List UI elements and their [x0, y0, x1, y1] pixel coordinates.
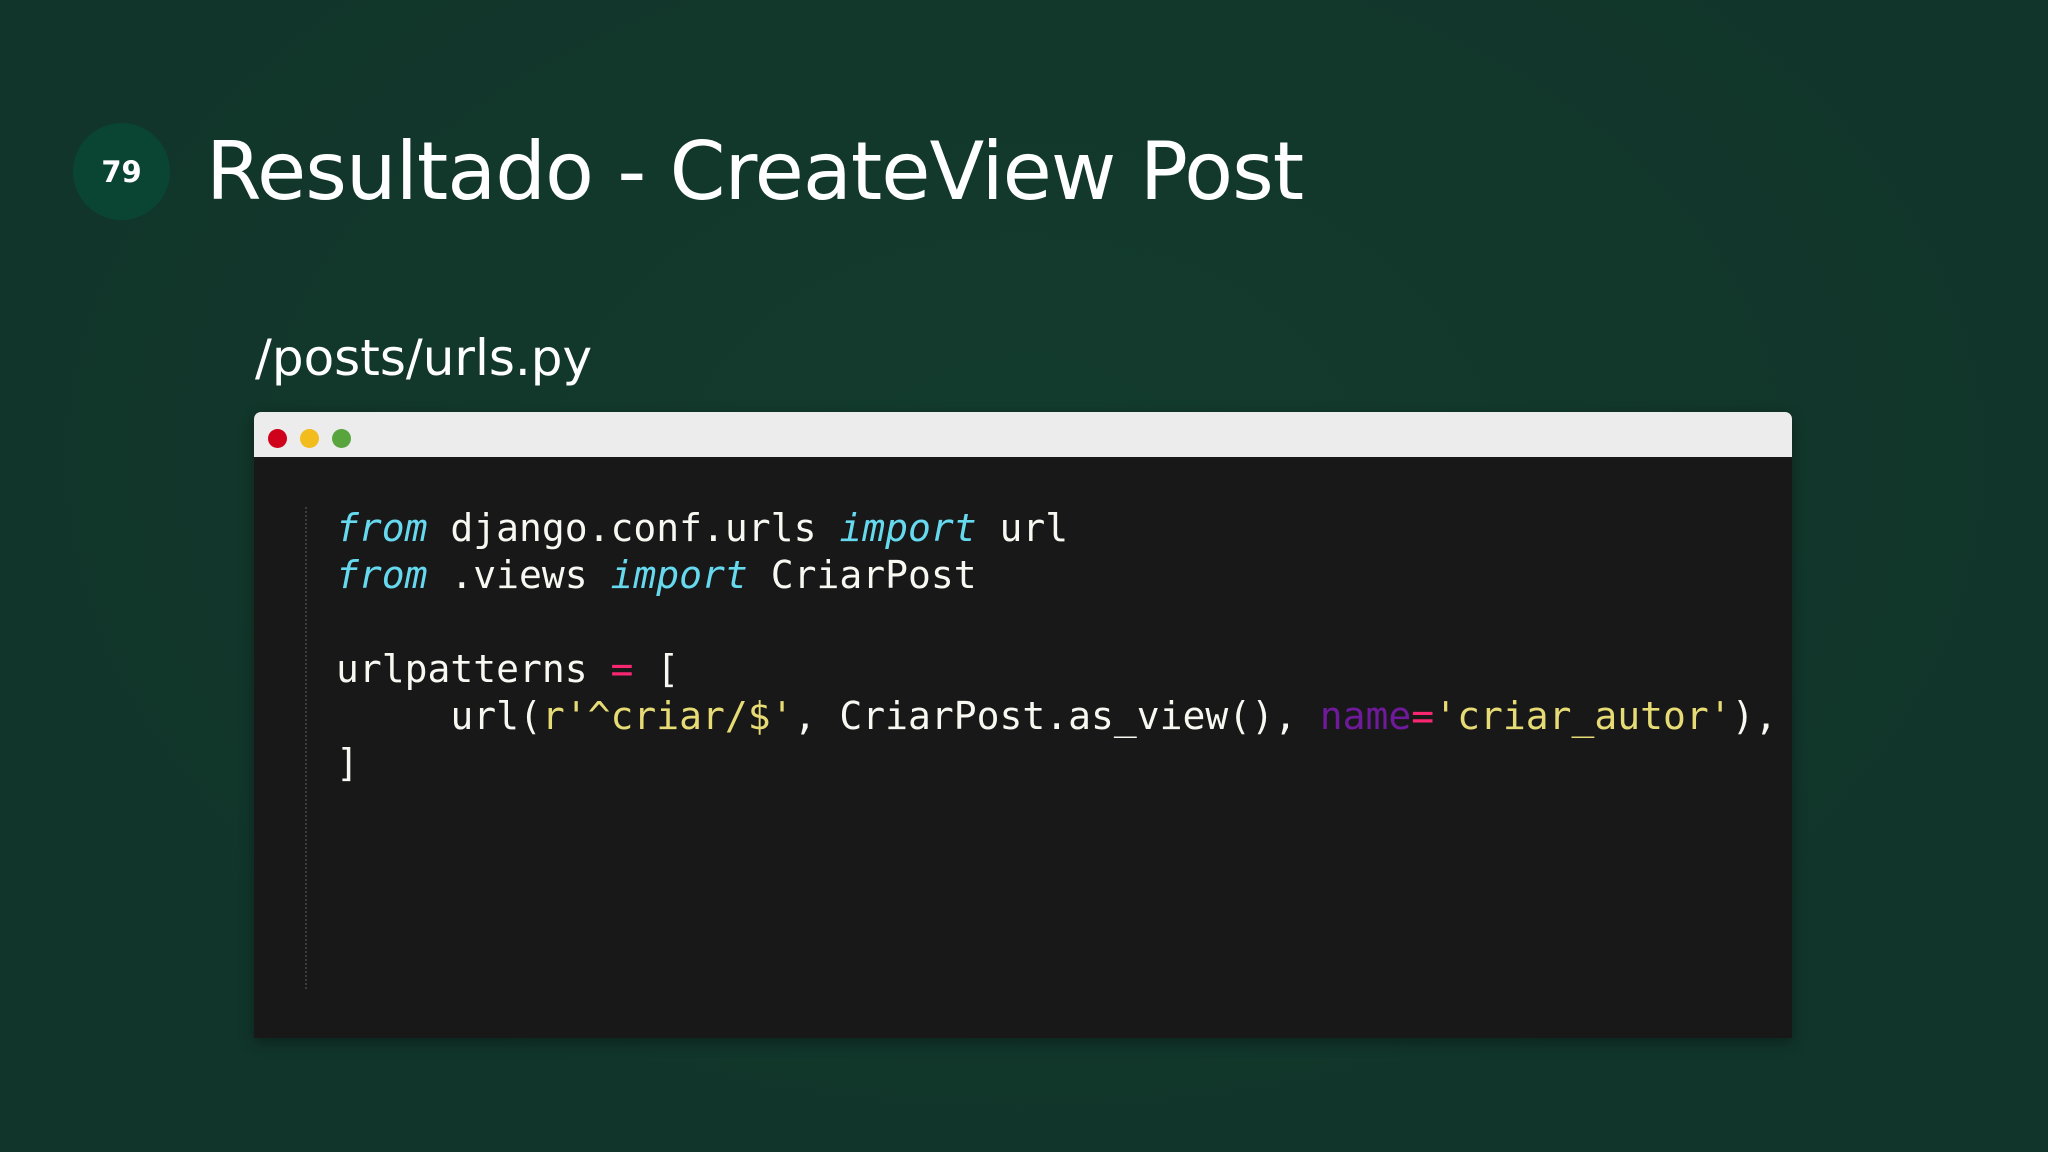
keyword: from [336, 506, 428, 550]
keyword: import [610, 553, 748, 597]
open-bracket: [ [633, 647, 680, 691]
code-window: from django.conf.urls import url from .v… [254, 412, 1792, 1038]
slide-title: Resultado - CreateView Post [206, 125, 1304, 218]
code-line-2: from .views import CriarPost [336, 553, 977, 597]
keyword-argument: name [1319, 694, 1412, 738]
close-bracket: ] [336, 741, 359, 785]
function-call: url( [450, 694, 542, 738]
close-paren: ), [1731, 694, 1778, 738]
code-editor-body: from django.conf.urls import url from .v… [254, 457, 1792, 1038]
call-arguments: , CriarPost.as_view(), [793, 694, 1320, 738]
indent-guide [305, 507, 307, 989]
window-titlebar [254, 412, 1792, 457]
file-path-label: /posts/urls.py [255, 329, 593, 387]
slide-number-badge: 79 [73, 123, 170, 220]
module-name: .views [427, 553, 611, 597]
code-line-5: url(r'^criar/$', CriarPost.as_view(), na… [336, 694, 1777, 738]
code-line-1: from django.conf.urls import url [336, 506, 1068, 550]
slide-number: 79 [101, 154, 142, 189]
regex-string: r'^criar/$' [541, 694, 794, 738]
code-line-6: ] [336, 741, 359, 785]
keyword: import [839, 506, 977, 550]
keyword: from [336, 553, 428, 597]
module-name: django.conf.urls [427, 506, 840, 550]
name-string: 'criar_autor' [1434, 694, 1732, 738]
variable-name: urlpatterns [336, 647, 611, 691]
maximize-window-icon[interactable] [332, 429, 351, 448]
minimize-window-icon[interactable] [300, 429, 319, 448]
code-block: from django.conf.urls import url from .v… [336, 505, 1777, 787]
assign-operator: = [610, 647, 634, 691]
code-line-4: urlpatterns = [ [336, 647, 679, 691]
import-name: url [976, 506, 1069, 550]
close-window-icon[interactable] [268, 429, 287, 448]
import-name: CriarPost [747, 553, 977, 597]
assign-operator: = [1411, 694, 1435, 738]
